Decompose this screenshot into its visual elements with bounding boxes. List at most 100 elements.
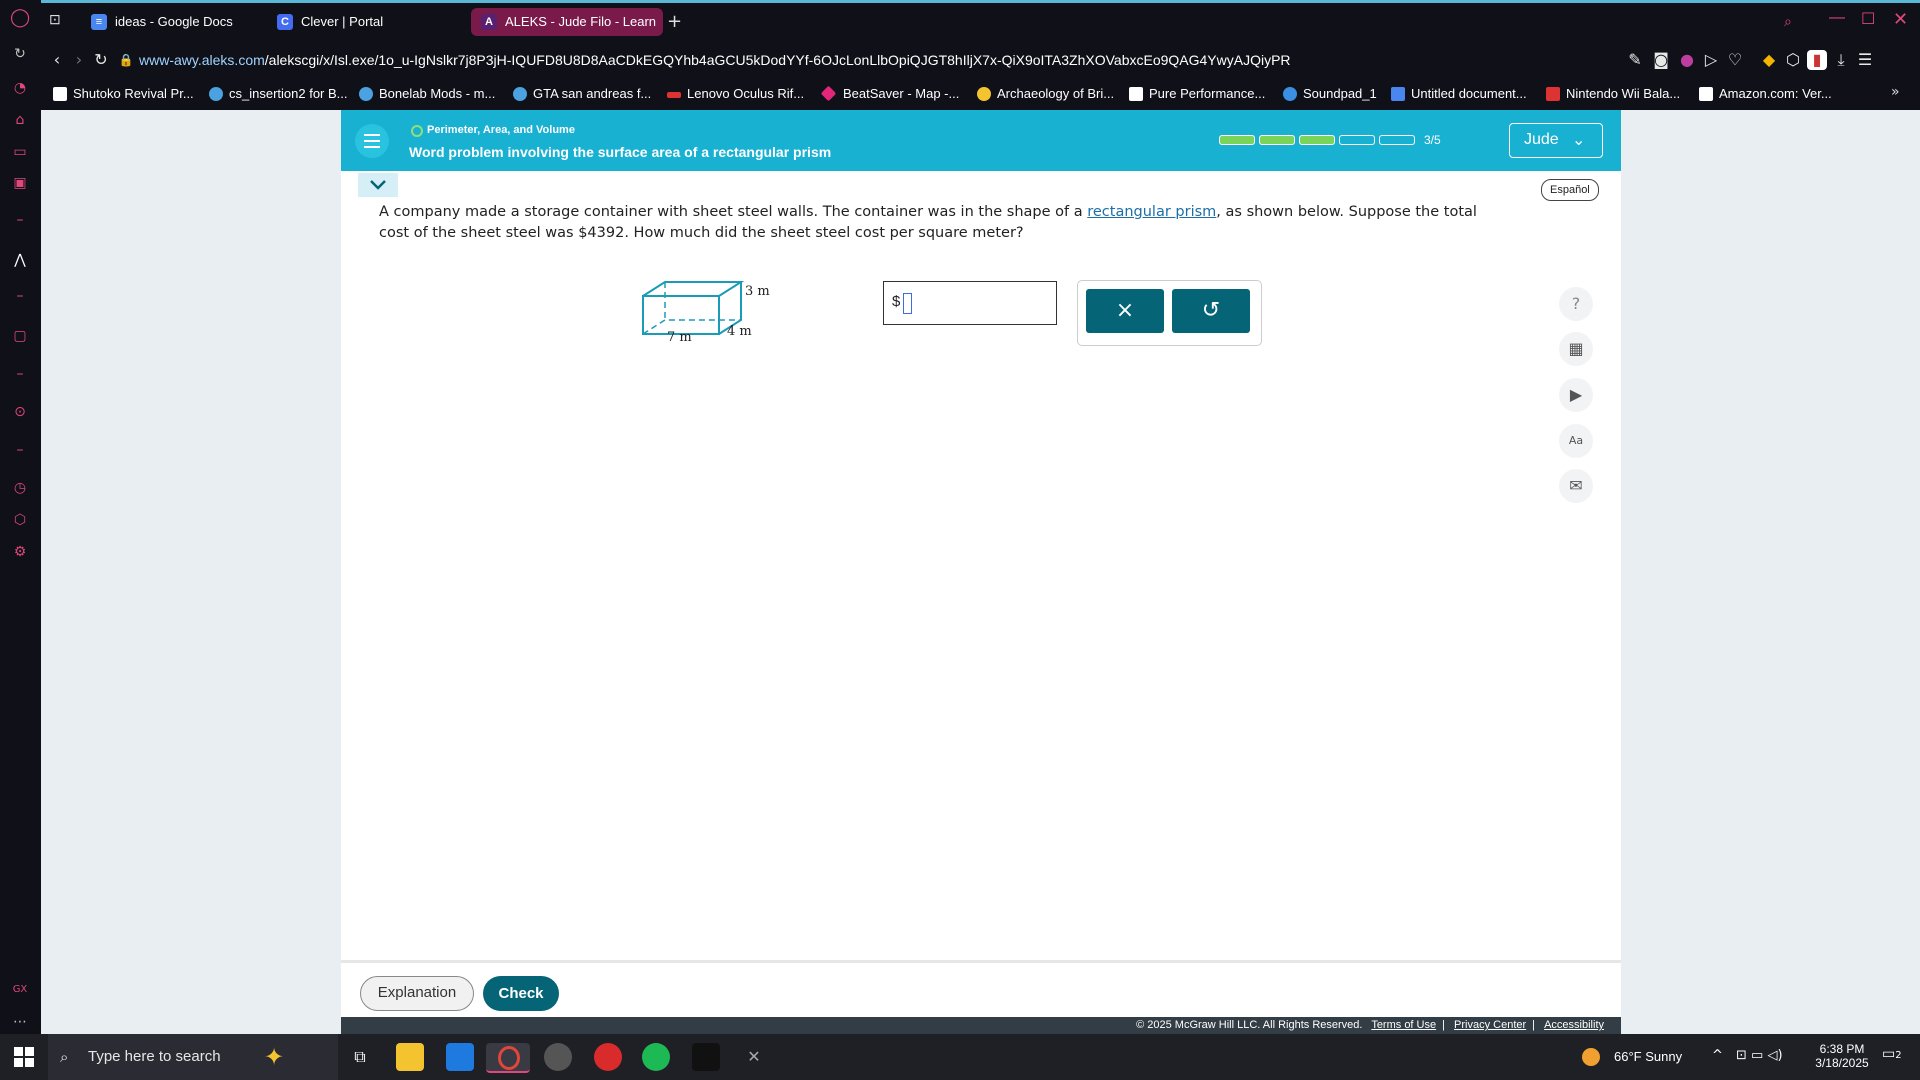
calculator-icon[interactable]: ▦ bbox=[1559, 332, 1593, 366]
aleks-sidebar-icon[interactable]: ⋀ bbox=[10, 250, 30, 270]
opera-logo-icon[interactable]: ◯ bbox=[10, 8, 30, 28]
accessibility-link[interactable]: Accessibility bbox=[1544, 1019, 1604, 1031]
docs-icon bbox=[1391, 87, 1405, 101]
topic-label: Perimeter, Area, and Volume bbox=[427, 124, 575, 136]
check-button[interactable]: Check bbox=[483, 976, 559, 1011]
progress-segment bbox=[1339, 135, 1375, 145]
spotify-icon[interactable] bbox=[642, 1043, 670, 1071]
answer-input[interactable]: $ bbox=[883, 281, 1057, 325]
minimize-icon[interactable]: — bbox=[1829, 9, 1845, 27]
tab-overview-icon[interactable]: ⊡ bbox=[49, 11, 61, 28]
collapse-button[interactable] bbox=[358, 173, 398, 197]
copilot-icon[interactable]: ✦ bbox=[264, 1034, 284, 1080]
undo-button[interactable]: ↺ bbox=[1172, 289, 1250, 333]
chevron-down-icon bbox=[370, 180, 386, 190]
gx-icon[interactable]: GX bbox=[10, 980, 30, 1000]
topic-status-icon bbox=[411, 125, 423, 137]
heart-icon[interactable]: ♡ bbox=[1725, 50, 1745, 70]
maximize-icon[interactable]: ☐ bbox=[1861, 9, 1875, 28]
divider-icon: – bbox=[16, 212, 24, 228]
bookmark-item[interactable]: Shutoko Revival Pr... bbox=[53, 84, 194, 104]
youtube-icon[interactable] bbox=[594, 1043, 622, 1071]
bookmark-item[interactable]: Archaeology of Bri... bbox=[977, 84, 1114, 104]
twitch-icon[interactable]: ▢ bbox=[10, 326, 30, 346]
weather-text[interactable]: 66°F Sunny bbox=[1614, 1049, 1682, 1064]
bookmark-item[interactable]: BeatSaver - Map -... bbox=[820, 84, 959, 104]
terms-link[interactable]: Terms of Use bbox=[1371, 1019, 1436, 1031]
reload-icon[interactable]: ↻ bbox=[91, 50, 111, 70]
clock[interactable]: 6:38 PM 3/18/2025 bbox=[1810, 1042, 1874, 1070]
url-field[interactable]: www-awy.aleks.com/alekscgi/x/Isl.exe/1o_… bbox=[139, 47, 1619, 73]
cube-icon[interactable]: ⬡ bbox=[1783, 50, 1803, 70]
gear-icon bbox=[209, 87, 223, 101]
history-icon[interactable]: ◷ bbox=[10, 478, 30, 498]
file-explorer-icon[interactable] bbox=[396, 1043, 424, 1071]
video-icon[interactable]: ▶ bbox=[1559, 378, 1593, 412]
sync-icon[interactable]: ↻ bbox=[10, 44, 30, 64]
extensions-icon[interactable]: ⬡ bbox=[10, 510, 30, 530]
task-view-icon[interactable]: ⧉ bbox=[346, 1043, 374, 1071]
progress-segment bbox=[1379, 135, 1415, 145]
easy-setup-icon[interactable]: ☰ bbox=[1855, 50, 1875, 70]
vpn-icon[interactable]: ● bbox=[1677, 50, 1697, 70]
aria-icon[interactable]: ◔ bbox=[10, 78, 30, 98]
more-icon[interactable]: ⋯ bbox=[10, 1012, 30, 1032]
bookmark-item[interactable]: cs_insertion2 for B... bbox=[209, 84, 348, 104]
question-text: A company made a storage container with … bbox=[379, 204, 1477, 241]
shopping-icon[interactable]: ⌂ bbox=[10, 110, 30, 130]
xbox-icon[interactable]: ✕ bbox=[740, 1043, 768, 1071]
mail-icon[interactable]: ✉ bbox=[1559, 469, 1593, 503]
network-icon[interactable]: ⊡ ▭ ◁) bbox=[1736, 1048, 1783, 1063]
tab-search-icon[interactable]: ⌕ bbox=[1784, 14, 1792, 30]
textbook-icon[interactable]: Aa bbox=[1559, 424, 1593, 458]
clear-button[interactable]: × bbox=[1086, 289, 1164, 333]
explanation-button[interactable]: Explanation bbox=[360, 976, 474, 1011]
tab-google-docs[interactable]: ≡ ideas - Google Docs bbox=[81, 8, 261, 36]
wallet-icon[interactable]: ▭ bbox=[10, 142, 30, 162]
messenger-icon[interactable]: ▣ bbox=[10, 173, 30, 193]
forward-icon[interactable]: › bbox=[69, 50, 89, 70]
aleks-icon: A bbox=[481, 14, 497, 30]
new-tab-icon[interactable]: + bbox=[667, 11, 682, 32]
bookmark-item[interactable]: Soundpad_1 bbox=[1283, 84, 1377, 104]
opera-taskbar-icon[interactable] bbox=[486, 1043, 530, 1073]
tab-clever[interactable]: C Clever | Portal bbox=[267, 8, 447, 36]
profile-icon[interactable]: ▮ bbox=[1807, 50, 1827, 70]
call-of-duty-icon[interactable] bbox=[692, 1043, 720, 1071]
bookmark-item[interactable]: Lenovo Oculus Rif... bbox=[667, 84, 804, 104]
bookmark-item[interactable]: Bonelab Mods - m... bbox=[359, 84, 495, 104]
send-icon[interactable]: ▷ bbox=[1701, 50, 1721, 70]
extension-icon[interactable]: ◆ bbox=[1759, 50, 1779, 70]
bookmark-item[interactable]: GTA san andreas f... bbox=[513, 84, 651, 104]
app-icon[interactable] bbox=[544, 1043, 572, 1071]
bookmark-item[interactable]: Nintendo Wii Bala... bbox=[1546, 84, 1680, 104]
divider-icon: – bbox=[16, 442, 24, 458]
player-icon[interactable]: ⊙ bbox=[10, 402, 30, 422]
more-bookmarks-icon[interactable]: » bbox=[1891, 84, 1900, 100]
download-icon[interactable]: ⤓ bbox=[1831, 50, 1851, 70]
store-icon[interactable] bbox=[446, 1043, 474, 1071]
tab-bar: ⊡ ≡ ideas - Google Docs C Clever | Porta… bbox=[41, 0, 1920, 42]
progress-segment bbox=[1259, 135, 1295, 145]
hamburger-icon bbox=[364, 134, 380, 136]
notifications-icon[interactable]: ▭2 bbox=[1882, 1046, 1902, 1062]
tray-overflow-icon[interactable]: ^ bbox=[1712, 1048, 1723, 1063]
glossary-link[interactable]: rectangular prism bbox=[1087, 204, 1216, 220]
settings-icon[interactable]: ⚙ bbox=[10, 542, 30, 562]
windows-start-icon[interactable] bbox=[14, 1047, 34, 1067]
pure-performance-icon bbox=[1129, 87, 1143, 101]
tab-aleks[interactable]: A ALEKS - Jude Filo - Learn bbox=[471, 8, 663, 36]
snapshot-icon[interactable]: ◙ bbox=[1651, 50, 1671, 70]
menu-button[interactable] bbox=[355, 124, 389, 158]
privacy-link[interactable]: Privacy Center bbox=[1454, 1019, 1526, 1031]
edit-icon[interactable]: ✎ bbox=[1625, 50, 1645, 70]
bookmark-item[interactable]: Untitled document... bbox=[1391, 84, 1527, 104]
bookmark-item[interactable]: Amazon.com: Ver... bbox=[1699, 84, 1832, 104]
user-menu-button[interactable]: Jude ⌄ bbox=[1509, 123, 1603, 158]
back-icon[interactable]: ‹ bbox=[47, 50, 67, 70]
close-window-icon[interactable]: ✕ bbox=[1893, 9, 1908, 30]
help-icon[interactable]: ? bbox=[1559, 287, 1593, 321]
bookmark-item[interactable]: Pure Performance... bbox=[1129, 84, 1265, 104]
taskbar-search[interactable]: ⌕ Type here to search ✦ bbox=[48, 1034, 338, 1080]
espanol-button[interactable]: Español bbox=[1541, 179, 1599, 201]
